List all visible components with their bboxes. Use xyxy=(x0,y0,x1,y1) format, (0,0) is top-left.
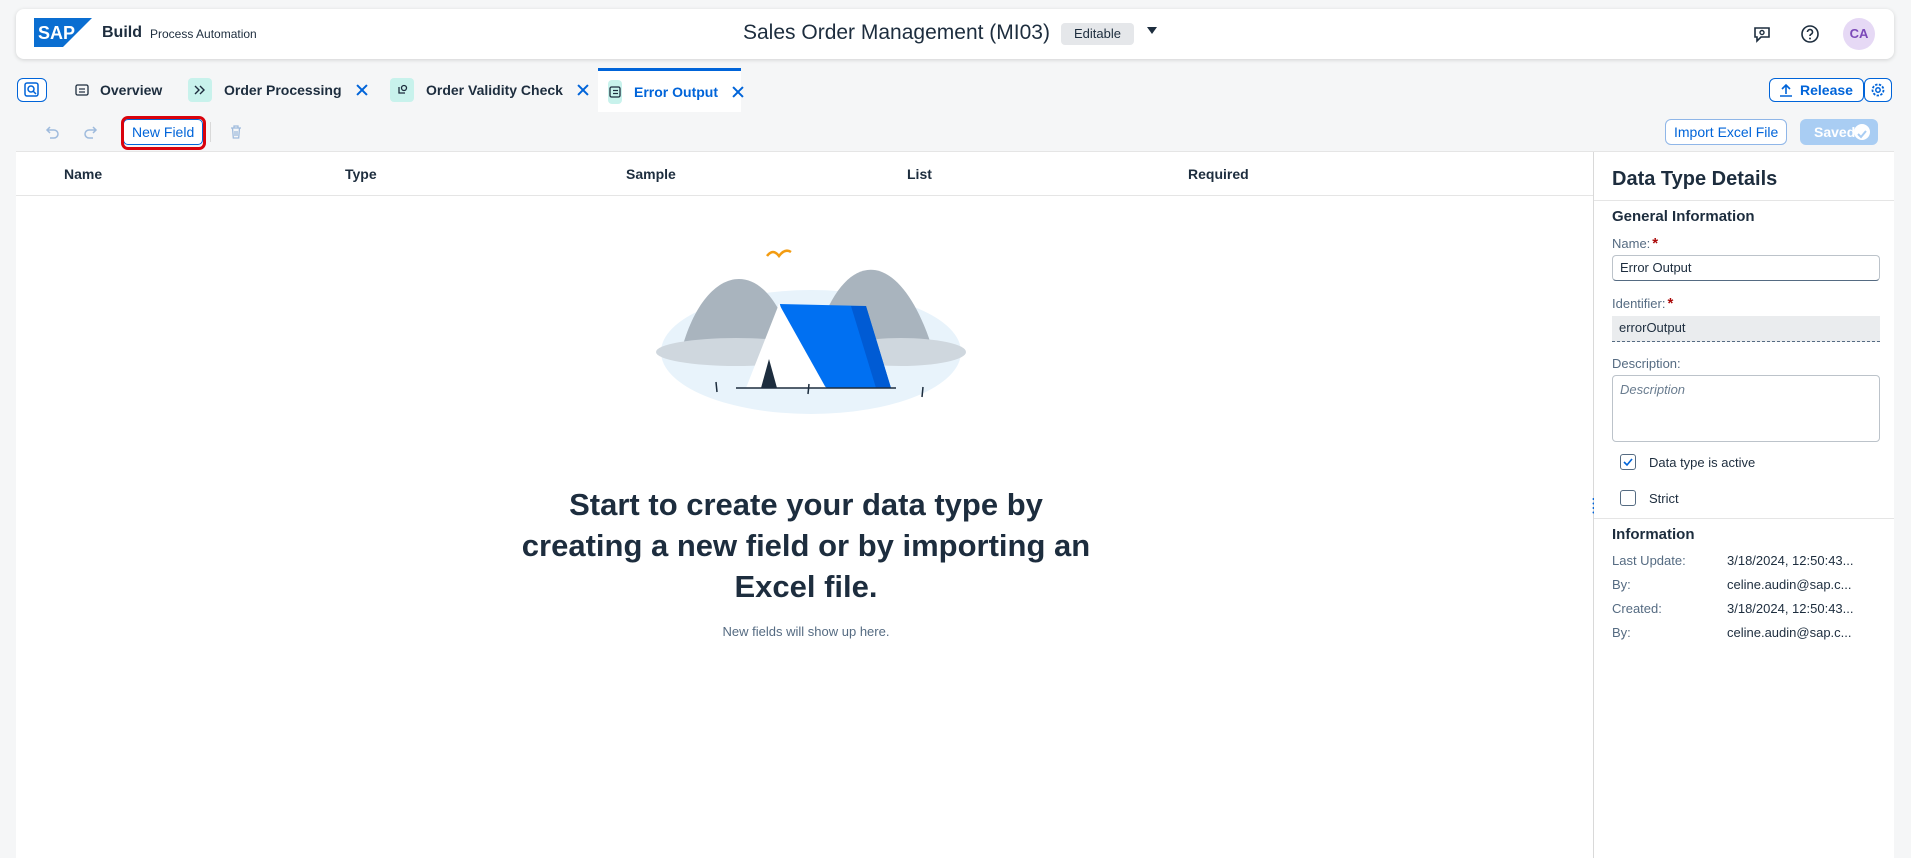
checkmark-icon xyxy=(1623,458,1633,467)
release-button[interactable]: Release xyxy=(1769,78,1864,102)
strict-label: Strict xyxy=(1649,491,1679,506)
gear-icon xyxy=(1871,83,1885,97)
name-field[interactable]: Error Output xyxy=(1612,255,1880,281)
decision-icon xyxy=(390,78,414,102)
divider xyxy=(210,122,211,142)
empty-state-title: Start to create your data type by creati… xyxy=(521,487,1091,604)
info-key: By: xyxy=(1612,625,1631,640)
identifier-field[interactable]: errorOutput xyxy=(1612,316,1880,342)
column-header-sample[interactable]: Sample xyxy=(626,166,676,182)
active-label: Data type is active xyxy=(1649,455,1756,470)
saved-button[interactable]: Saved xyxy=(1800,119,1878,145)
fields-table: Name Type Sample List Required Start to … xyxy=(16,152,1593,858)
svg-text:SAP: SAP xyxy=(38,23,75,43)
column-header-list[interactable]: List xyxy=(907,166,932,182)
new-field-button[interactable]: New Field xyxy=(123,119,204,145)
search-tabs-button[interactable] xyxy=(17,78,47,102)
panel-title: Data Type Details xyxy=(1612,168,1778,190)
column-header-name[interactable]: Name xyxy=(64,166,102,182)
identifier-label: Identifier: * xyxy=(1612,295,1674,312)
tent-illustration xyxy=(656,249,966,414)
empty-state-subtitle: New fields will show up here. xyxy=(722,624,890,639)
product-subtitle: Process Automation xyxy=(150,27,257,41)
delete-icon[interactable] xyxy=(226,122,246,142)
info-value: 3/18/2024, 12:50:43... xyxy=(1727,601,1854,616)
active-checkbox[interactable] xyxy=(1620,454,1636,470)
checkmark-icon xyxy=(1854,124,1870,140)
release-label: Release xyxy=(1800,82,1853,98)
shell-bar: SAP Build Process Automation Sales Order… xyxy=(16,9,1894,59)
info-key: By: xyxy=(1612,577,1631,592)
strict-checkbox[interactable] xyxy=(1620,490,1636,506)
tab-bar: Overview Order Processing Order Validity… xyxy=(16,68,1894,112)
tab-error-output[interactable]: Error Output xyxy=(598,68,741,112)
chevron-down-icon[interactable] xyxy=(1147,27,1157,34)
overview-icon xyxy=(74,78,90,102)
divider xyxy=(1594,200,1894,201)
column-header-type[interactable]: Type xyxy=(345,166,377,182)
process-icon xyxy=(188,78,212,102)
search-icon xyxy=(24,82,39,97)
name-label: Name: * xyxy=(1612,235,1659,252)
data-type-details-panel: Data Type Details General Information Na… xyxy=(1594,152,1894,858)
tab-label: Order Processing xyxy=(224,82,342,98)
description-label: Description: xyxy=(1612,356,1681,371)
data-type-icon xyxy=(608,79,622,104)
information-heading: Information xyxy=(1612,526,1695,543)
info-value: 3/18/2024, 12:50:43... xyxy=(1727,553,1854,568)
info-value: celine.audin@sap.c... xyxy=(1727,625,1852,640)
sap-logo[interactable]: SAP xyxy=(34,18,92,47)
close-icon[interactable] xyxy=(356,84,368,96)
tab-label: Error Output xyxy=(634,83,718,100)
editor-toolbar: New Field Import Excel File Saved xyxy=(16,112,1894,152)
description-field[interactable]: Description xyxy=(1612,375,1880,442)
upload-icon xyxy=(1780,83,1792,97)
close-icon[interactable] xyxy=(577,84,589,96)
feedback-icon[interactable] xyxy=(1751,23,1773,45)
info-value: celine.audin@sap.c... xyxy=(1727,577,1852,592)
status-badge: Editable xyxy=(1061,23,1134,45)
tab-label: Order Validity Check xyxy=(426,82,563,98)
divider xyxy=(1594,518,1894,519)
import-excel-button[interactable]: Import Excel File xyxy=(1665,119,1788,145)
redo-icon[interactable] xyxy=(81,122,101,142)
table-header: Name Type Sample List Required xyxy=(16,152,1593,196)
tab-order-validity-check[interactable]: Order Validity Check xyxy=(382,68,597,112)
tab-order-processing[interactable]: Order Processing xyxy=(180,68,376,112)
info-key: Last Update: xyxy=(1612,553,1686,568)
saved-label: Saved xyxy=(1814,124,1856,140)
avatar[interactable]: CA xyxy=(1843,18,1875,50)
tab-label: Overview xyxy=(100,82,163,98)
help-icon[interactable] xyxy=(1799,23,1821,45)
column-header-required[interactable]: Required xyxy=(1188,166,1249,182)
settings-button[interactable] xyxy=(1864,78,1892,102)
general-information-heading: General Information xyxy=(1612,208,1755,225)
product-name: Build xyxy=(102,24,142,41)
tab-overview[interactable]: Overview xyxy=(66,68,170,112)
project-title: Sales Order Management (MI03) xyxy=(743,21,1050,44)
info-key: Created: xyxy=(1612,601,1662,616)
undo-icon[interactable] xyxy=(42,122,62,142)
